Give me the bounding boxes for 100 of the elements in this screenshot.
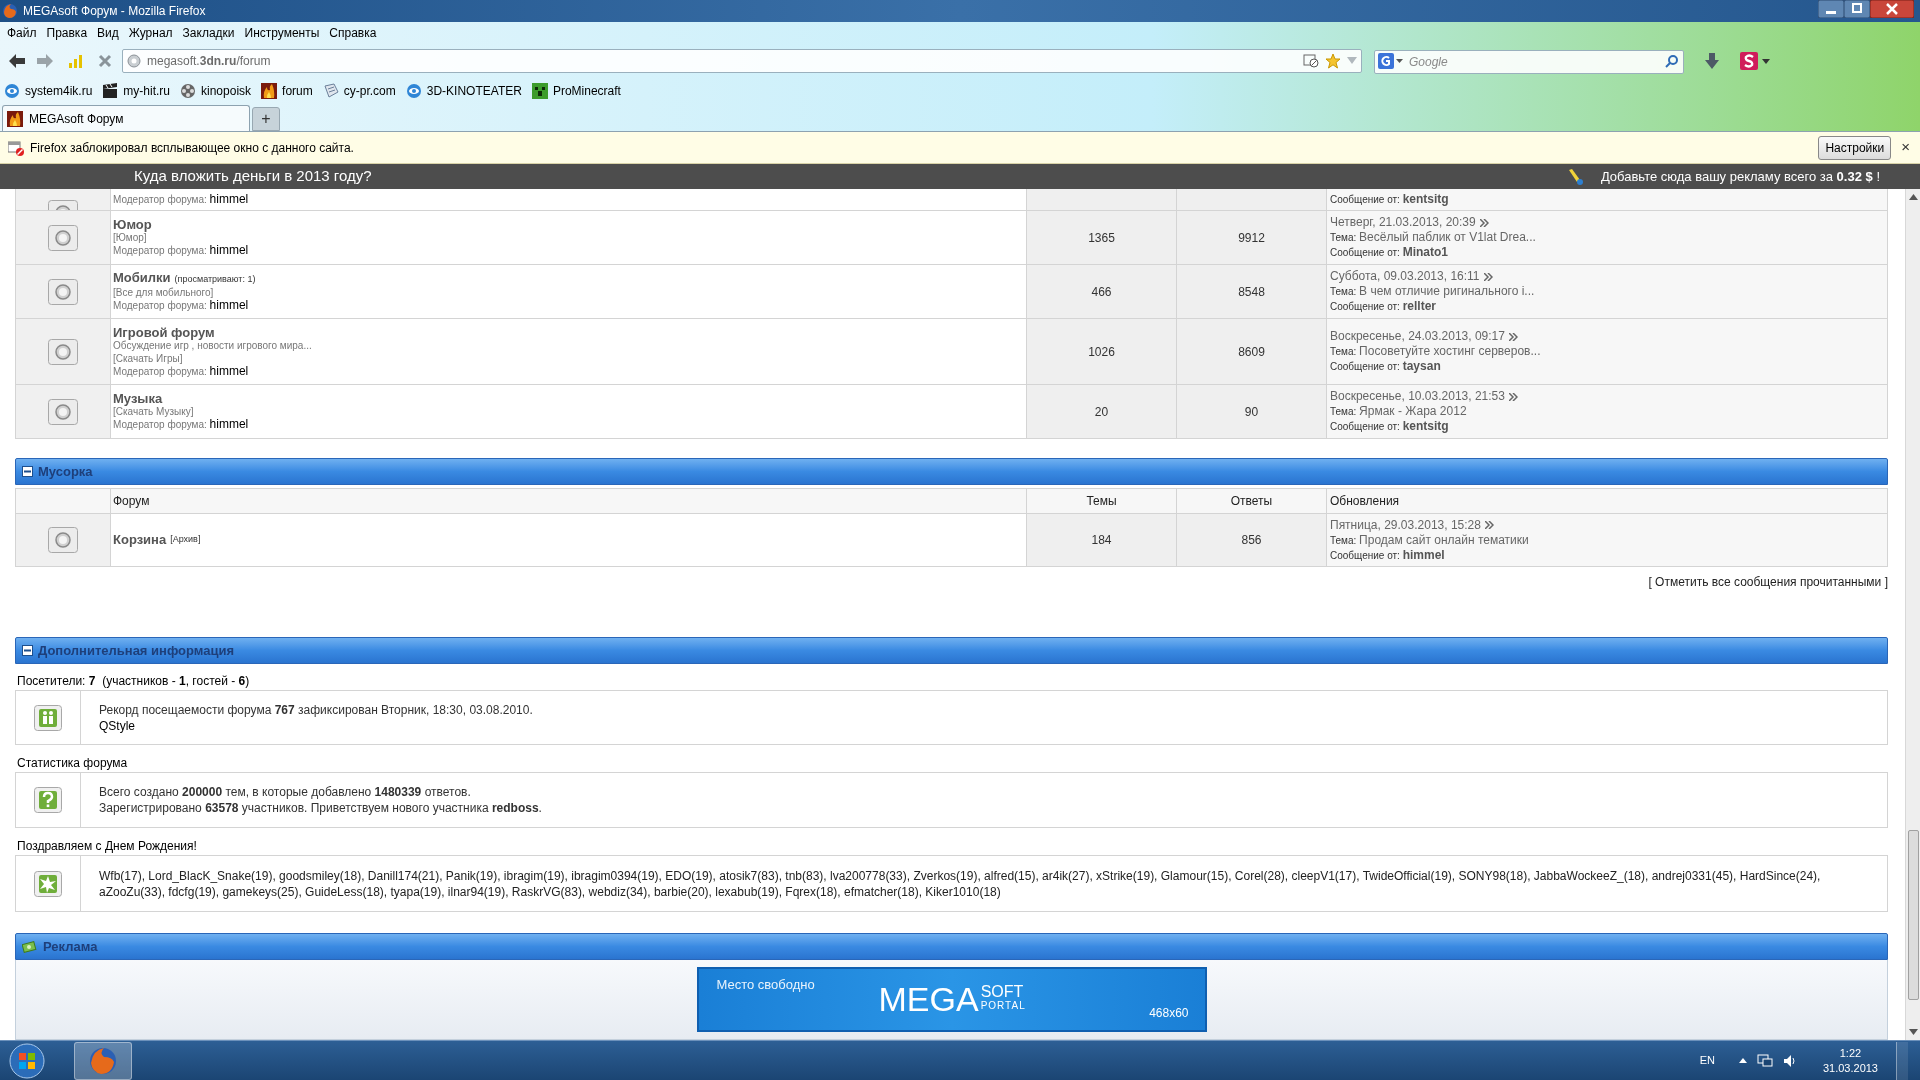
- reply-count: 856: [1241, 532, 1262, 549]
- dropdown-arrow-icon[interactable]: [1396, 59, 1403, 64]
- ad-offer-text[interactable]: Добавьте сюда вашу рекламу всего за 0.32 $ !: [1600, 166, 1880, 187]
- speaker-icon[interactable]: [1782, 1053, 1797, 1068]
- stats-text: Зарегистрировано 63578 участников. Приветствуем нового участника redboss.: [99, 800, 543, 816]
- start-button[interactable]: [8, 1041, 46, 1080]
- taskbar-button[interactable]: [74, 1041, 132, 1080]
- search-icon[interactable]: [1665, 54, 1679, 68]
- topic-count: 466: [1091, 283, 1112, 301]
- info-heading: Посетители: 7 (участников - 1, гостей - 6): [16, 673, 251, 690]
- flame-icon[interactable]: [261, 83, 278, 99]
- username-link[interactable]: QStyle: [99, 717, 1887, 734]
- banner-text: Место свободно: [716, 976, 815, 994]
- download-icon[interactable]: [1704, 52, 1720, 70]
- scroll-down-arrow-icon[interactable]: [1908, 1029, 1918, 1035]
- post-author: Сообщение от: Minato1: [1330, 245, 1450, 260]
- clapperboard-icon[interactable]: [102, 83, 119, 99]
- forum-status-icon: [48, 278, 78, 305]
- film-reel-icon[interactable]: [180, 83, 197, 99]
- double-arrow-icon[interactable]: [1479, 218, 1489, 227]
- collapse-icon[interactable]: [22, 466, 33, 477]
- blocked-popup-icon: [8, 139, 24, 156]
- column-header: Темы: [1086, 493, 1117, 510]
- menu-item[interactable]: Закладки: [178, 24, 239, 42]
- flame-icon: [7, 110, 23, 127]
- reply-count: 90: [1244, 403, 1259, 421]
- tab[interactable]: MEGAsoft Форум: [2, 105, 250, 131]
- logo-text: MEGA: [878, 979, 979, 1019]
- tray-arrow-icon[interactable]: [1738, 1058, 1747, 1063]
- forum-description: [Скачать Музыку]: [113, 406, 195, 418]
- mark-read-link[interactable]: [ Отметить все сообщения прочитанными ]: [1648, 573, 1888, 591]
- bookmark-link[interactable]: ProMinecraft: [552, 82, 621, 100]
- dropdown-arrow-icon[interactable]: [1762, 58, 1770, 64]
- double-arrow-icon[interactable]: [1484, 521, 1494, 529]
- pencil-icon: [1566, 167, 1585, 186]
- addon-icon[interactable]: [1740, 52, 1758, 70]
- menu-item[interactable]: Правка: [42, 24, 92, 42]
- forum-status-icon: [48, 398, 78, 425]
- search-field[interactable]: Google: [1374, 50, 1684, 74]
- feed-blocked-icon[interactable]: [1303, 54, 1319, 68]
- double-arrow-icon[interactable]: [1508, 332, 1518, 341]
- menu-item[interactable]: Вид: [93, 24, 123, 42]
- bookmark-link[interactable]: cy-pr.com: [343, 82, 396, 100]
- pencil-icon[interactable]: [322, 83, 339, 99]
- clock-date[interactable]: 31.03.2013: [1822, 1060, 1878, 1076]
- new-tab-button[interactable]: +: [252, 107, 280, 131]
- collapse-icon[interactable]: [22, 645, 33, 656]
- forum-link[interactable]: Музыка: [113, 392, 163, 405]
- bookmark-link[interactable]: forum: [282, 82, 313, 100]
- maximize-button[interactable]: [1844, 0, 1870, 18]
- eye-icon[interactable]: [4, 83, 20, 99]
- forum-link[interactable]: Мобилки: [113, 271, 171, 284]
- menu-item[interactable]: Файл: [3, 24, 41, 42]
- show-desktop-button[interactable]: [1896, 1041, 1908, 1080]
- scrollbar-thumb[interactable]: [1907, 830, 1919, 1000]
- back-button[interactable]: [8, 53, 26, 69]
- close-button[interactable]: [1870, 0, 1914, 18]
- language-indicator[interactable]: EN: [1699, 1052, 1715, 1069]
- bookmark-link[interactable]: system4ik.ru: [25, 82, 93, 100]
- stop-button[interactable]: [98, 54, 112, 68]
- forum-description: [Все для мобильного]: [113, 286, 215, 299]
- menu-item[interactable]: Справка: [325, 24, 381, 42]
- clock-time[interactable]: 1:22: [1839, 1045, 1862, 1061]
- moderator-line: Модератор форума: himmel: [113, 244, 250, 257]
- forum-link[interactable]: Юмор: [113, 218, 152, 231]
- double-arrow-icon[interactable]: [1508, 392, 1518, 401]
- menu-item[interactable]: Инструменты: [240, 24, 324, 42]
- forum-link[interactable]: Корзина: [113, 530, 167, 550]
- eye-icon[interactable]: [405, 83, 422, 99]
- close-button[interactable]: ×: [1901, 136, 1910, 159]
- logo-text: PORTAL: [980, 999, 1026, 1013]
- network-icon[interactable]: [1756, 1053, 1773, 1068]
- topic-count: 184: [1091, 532, 1112, 549]
- bookmark-star-icon[interactable]: [1325, 53, 1341, 69]
- firefox-icon: [88, 1045, 118, 1076]
- ad-headline[interactable]: Куда вложить деньги в 2013 году?: [134, 165, 372, 188]
- people-icon: [34, 704, 62, 731]
- settings-button[interactable]: Настройки: [1818, 135, 1892, 160]
- reply-count: 8548: [1238, 283, 1265, 301]
- topic-count: 20: [1094, 403, 1109, 421]
- search-engine-icon[interactable]: [1378, 53, 1394, 69]
- bookmark-link[interactable]: 3D-KINOTEATER: [426, 82, 522, 100]
- record-text: Рекорд посещаемости форума 767 зафиксирован Вторник, 18:30, 03.08.2010.: [99, 701, 534, 718]
- banknote-icon: [22, 939, 38, 954]
- address-bar[interactable]: megasoft.3dn.ru/forum: [122, 49, 1362, 73]
- info-heading: Статистика форума: [16, 755, 129, 772]
- minimize-button[interactable]: [1818, 0, 1844, 18]
- bookmark-link[interactable]: my-hit.ru: [123, 82, 171, 100]
- forum-description: Обсуждение игр , новости игрового мира...: [113, 339, 313, 352]
- menu-item[interactable]: Журнал: [124, 24, 177, 42]
- column-header: Ответы: [1230, 493, 1273, 510]
- moderator-line: Модератор форума: himmel: [113, 299, 250, 312]
- forum-status-icon: [48, 527, 78, 553]
- forum-link[interactable]: Игровой форум: [113, 325, 215, 339]
- double-arrow-icon[interactable]: [1483, 272, 1493, 281]
- post-date: Пятница, 29.03.2013, 15:28: [1330, 517, 1481, 533]
- globe-icon: [127, 54, 141, 68]
- scroll-up-arrow-icon[interactable]: [1908, 194, 1918, 200]
- bookmark-link[interactable]: kinopoisk: [201, 82, 252, 100]
- pixel-block-icon[interactable]: [531, 83, 548, 99]
